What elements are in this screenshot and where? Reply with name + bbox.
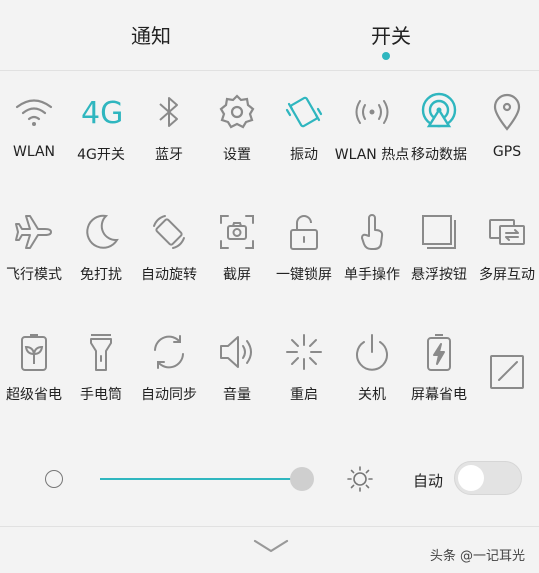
vibrate-tile[interactable]: 振动 — [269, 92, 339, 192]
multiscreen-label: 多屏互动 — [479, 267, 535, 283]
finger-tap-icon — [352, 212, 392, 252]
sync-icon — [149, 332, 189, 372]
screen-saver-tile[interactable]: 屏幕省电 — [404, 332, 474, 432]
location-pin-icon — [487, 92, 527, 132]
mobile-data-tile[interactable]: 移动数据 — [404, 92, 474, 192]
screen-saver-label: 屏幕省电 — [411, 387, 467, 403]
hotspot-icon — [352, 92, 392, 132]
gps-tile[interactable]: GPS — [472, 92, 539, 192]
one-hand-tile[interactable]: 单手操作 — [337, 212, 407, 312]
tab-notifications[interactable]: 通知 — [131, 20, 171, 49]
tab-switches[interactable]: 开关 — [371, 20, 411, 49]
gps-label: GPS — [492, 144, 522, 160]
battery-leaf-icon — [14, 332, 54, 372]
shutdown-tile[interactable]: 关机 — [337, 332, 407, 432]
power-icon — [352, 332, 392, 372]
edit-tiles-button[interactable] — [472, 352, 539, 452]
tab-header: 通知 开关 — [0, 0, 539, 71]
brightness-track[interactable] — [100, 478, 302, 480]
edit-icon — [487, 352, 527, 392]
bottom-bar: 头条 @一记耳光 — [0, 526, 539, 573]
float-window-icon — [419, 212, 459, 252]
power-saver-tile[interactable]: 超级省电 — [0, 332, 69, 432]
moon-icon — [81, 212, 121, 252]
settings-tile[interactable]: 设置 — [202, 92, 272, 192]
rotate-icon — [149, 212, 189, 252]
speaker-icon — [217, 332, 257, 372]
restart-burst-icon — [284, 332, 324, 372]
dnd-tile[interactable]: 免打扰 — [66, 212, 136, 312]
auto-brightness-toggle[interactable] — [454, 461, 522, 495]
sun-icon — [346, 465, 374, 493]
battery-bolt-icon — [419, 332, 459, 372]
watermark-text: 头条 @一记耳光 — [429, 549, 525, 564]
airplane-icon — [14, 212, 54, 252]
brightness-row: 自动 — [0, 450, 539, 506]
float-button-tile[interactable]: 悬浮按钮 — [404, 212, 474, 312]
restart-tile[interactable]: 重启 — [269, 332, 339, 432]
autorotate-tile[interactable]: 自动旋转 — [134, 212, 204, 312]
volume-tile[interactable]: 音量 — [202, 332, 272, 432]
screenshot-tile[interactable]: 截屏 — [202, 212, 272, 312]
airplane-tile[interactable]: 飞行模式 — [0, 212, 69, 312]
toggle-knob — [458, 465, 484, 491]
sync-tile[interactable]: 自动同步 — [134, 332, 204, 432]
chevron-down-icon[interactable] — [253, 537, 289, 555]
brightness-min-icon — [45, 470, 63, 488]
lock-tile[interactable]: 一键锁屏 — [269, 212, 339, 312]
4g-tile[interactable]: 4G 4G开关 — [66, 92, 136, 192]
hotspot-tile[interactable]: WLAN 热点 — [335, 92, 409, 192]
unlock-icon — [284, 212, 324, 252]
brightness-thumb[interactable] — [290, 467, 314, 491]
wlan-tile[interactable]: WLAN — [0, 92, 69, 192]
multiscreen-tile[interactable]: 多屏互动 — [472, 212, 539, 312]
flashlight-icon — [81, 332, 121, 372]
bluetooth-icon — [149, 92, 189, 132]
mobile-data-icon — [419, 92, 459, 132]
multiscreen-icon — [487, 212, 527, 252]
auto-brightness-label: 自动 — [413, 472, 444, 490]
bluetooth-tile[interactable]: 蓝牙 — [134, 92, 204, 192]
flashlight-tile[interactable]: 手电筒 — [66, 332, 136, 432]
4g-icon: 4G — [81, 96, 124, 131]
active-tab-indicator — [382, 52, 390, 60]
wifi-icon — [14, 92, 54, 132]
vibrate-icon — [284, 92, 324, 132]
gear-icon — [217, 92, 257, 132]
screenshot-icon — [217, 212, 257, 252]
